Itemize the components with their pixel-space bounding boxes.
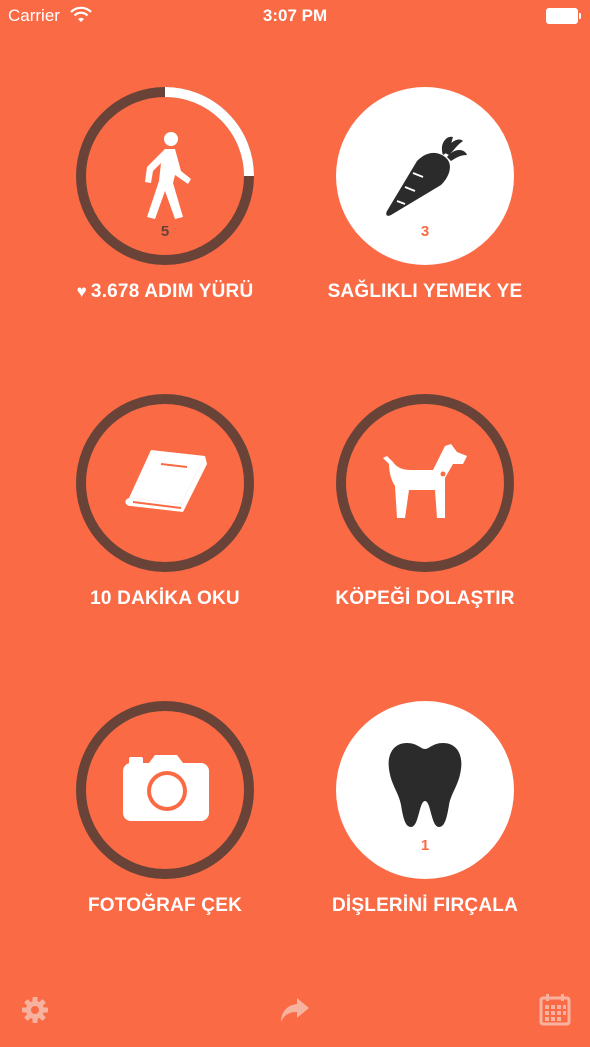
share-icon <box>281 998 309 1022</box>
status-bar: Carrier 3:07 PM <box>0 0 590 32</box>
habit-read[interactable]: 10 DAKİKA OKU <box>65 390 265 650</box>
habit-label: 10 DAKİKA OKU <box>90 588 240 609</box>
clock: 3:07 PM <box>262 6 328 25</box>
habit-walk-dog[interactable]: KÖPEĞİ DOLAŞTIR <box>325 390 525 650</box>
calendar-button[interactable] <box>535 990 575 1030</box>
habit-label: KÖPEĞİ DOLAŞTIR <box>335 588 515 609</box>
camera-icon <box>123 755 209 821</box>
book-icon <box>125 450 207 512</box>
habit-brush-teeth[interactable]: 1 DİŞLERİNİ FIRÇALA <box>325 697 525 957</box>
dog-icon <box>383 444 467 518</box>
heart-icon: ♥ <box>76 282 87 301</box>
battery-icon <box>546 8 581 24</box>
habit-healthy-food[interactable]: 3 SAĞLIKLI YEMEK YE <box>325 83 525 343</box>
carrot-icon <box>386 136 467 216</box>
habit-label: ♥ 3.678 ADIM YÜRÜ <box>76 281 254 302</box>
habit-count: 1 <box>420 837 430 854</box>
habit-label: SAĞLIKLI YEMEK YE <box>327 281 523 302</box>
settings-button[interactable] <box>15 990 55 1030</box>
habit-photo[interactable]: FOTOĞRAF ÇEK <box>65 697 265 957</box>
tooth-icon <box>388 743 462 827</box>
habit-label: FOTOĞRAF ÇEK <box>87 895 243 916</box>
habit-count: 3 <box>420 223 430 240</box>
habit-count: 5 <box>160 223 170 240</box>
gear-icon <box>22 997 48 1023</box>
habit-label: DİŞLERİNİ FIRÇALA <box>331 895 518 916</box>
share-button[interactable] <box>275 990 315 1030</box>
bottom-toolbar <box>0 990 590 1040</box>
walking-person-icon <box>145 132 191 219</box>
habit-walk[interactable]: 5 ♥ 3.678 ADIM YÜRÜ <box>65 83 265 343</box>
calendar-icon <box>539 994 571 1026</box>
